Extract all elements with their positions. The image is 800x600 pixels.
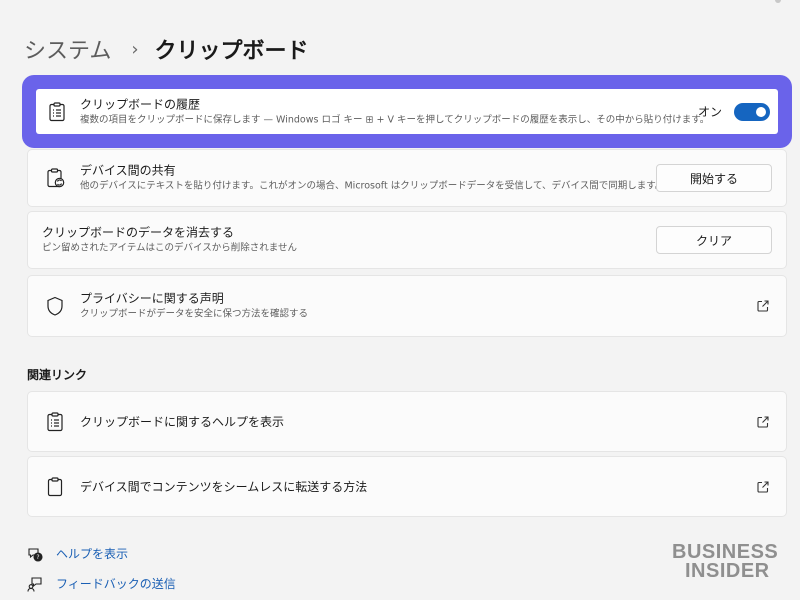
breadcrumb: システム › クリップボード <box>24 32 309 66</box>
related-links-heading: 関連リンク <box>27 368 88 382</box>
clipboard-history-description: 複数の項目をクリップボードに保存します — Windows ロゴ キー ⊞ + … <box>80 114 710 125</box>
privacy-card[interactable]: プライバシーに関する声明 クリップボードがデータを安全に保つ方法を確認する <box>27 275 787 337</box>
clear-data-card: クリップボードのデータを消去する ピン留めされたアイテムはこのデバイスから削除さ… <box>27 211 787 269</box>
logo-line-insider: INSIDER <box>685 560 770 582</box>
clipboard-history-title: クリップボードの履歴 <box>80 97 201 111</box>
clipboard-sync-icon <box>44 167 66 189</box>
external-link-icon <box>756 415 770 429</box>
cross-device-text: デバイス間の共有 他のデバイスにテキストを貼り付けます。これがオンの場合、Mic… <box>80 163 664 194</box>
related-link-transfer-text: デバイス間でコンテンツをシームレスに転送する方法 <box>80 479 367 495</box>
clipboard-list-icon <box>44 411 66 433</box>
related-link-help[interactable]: クリップボードに関するヘルプを表示 <box>27 391 787 452</box>
related-link-transfer[interactable]: デバイス間でコンテンツをシームレスに転送する方法 <box>27 456 787 517</box>
help-link[interactable]: ? ヘルプを表示 <box>27 545 128 562</box>
help-link-label: ヘルプを表示 <box>56 547 129 561</box>
feedback-link[interactable]: フィードバックの送信 <box>27 575 176 592</box>
privacy-title: プライバシーに関する声明 <box>80 291 224 306</box>
toggle-knob <box>756 106 766 117</box>
related-link-help-label: クリップボードに関するヘルプを表示 <box>80 414 285 429</box>
feedback-icon <box>27 576 42 592</box>
toggle-state-label: オン <box>697 105 722 119</box>
clear-data-description: ピン留めされたアイテムはこのデバイスから削除されません <box>42 242 297 254</box>
help-chat-icon: ? <box>28 547 43 562</box>
cross-device-card[interactable]: デバイス間の共有 他のデバイスにテキストを貼り付けます。これがオンの場合、Mic… <box>27 149 787 207</box>
clipboard-history-card[interactable]: クリップボードの履歴 複数の項目をクリップボードに保存します — Windows… <box>36 89 778 134</box>
privacy-text: プライバシーに関する声明 クリップボードがデータを安全に保つ方法を確認する <box>80 291 308 322</box>
clear-data-text: クリップボードのデータを消去する ピン留めされたアイテムはこのデバイスから削除さ… <box>42 225 297 256</box>
privacy-description: クリップボードがデータを安全に保つ方法を確認する <box>80 308 309 320</box>
business-insider-logo: BUSINESS INSIDER <box>672 542 784 582</box>
clipboard-history-toggle[interactable] <box>734 102 770 121</box>
breadcrumb-system-link[interactable]: システム <box>24 33 111 65</box>
clipboard-history-text: クリップボードの履歴 複数の項目をクリップボードに保存します — Windows… <box>80 96 709 127</box>
cross-device-description: 他のデバイスにテキストを貼り付けます。これがオンの場合、Microsoft はク… <box>80 180 665 192</box>
cross-device-title: デバイス間の共有 <box>80 163 176 178</box>
clipboard-icon <box>44 476 66 498</box>
external-link-icon <box>756 480 770 494</box>
external-link-icon <box>756 299 770 313</box>
clear-button[interactable]: クリア <box>656 226 772 254</box>
start-button[interactable]: 開始する <box>656 164 772 192</box>
clipboard-history-toggle-group: オン <box>697 102 770 121</box>
svg-text:?: ? <box>36 554 39 561</box>
feedback-link-label: フィードバックの送信 <box>56 577 176 591</box>
clipboard-list-icon <box>46 101 68 123</box>
breadcrumb-chevron-icon: › <box>131 38 139 60</box>
clear-data-title: クリップボードのデータを消去する <box>42 225 235 240</box>
related-link-transfer-label: デバイス間でコンテンツをシームレスに転送する方法 <box>80 479 368 494</box>
page-title: クリップボード <box>154 39 309 64</box>
shield-icon <box>44 295 66 317</box>
related-link-help-text: クリップボードに関するヘルプを表示 <box>80 414 284 430</box>
window-corner-dot <box>775 0 781 3</box>
